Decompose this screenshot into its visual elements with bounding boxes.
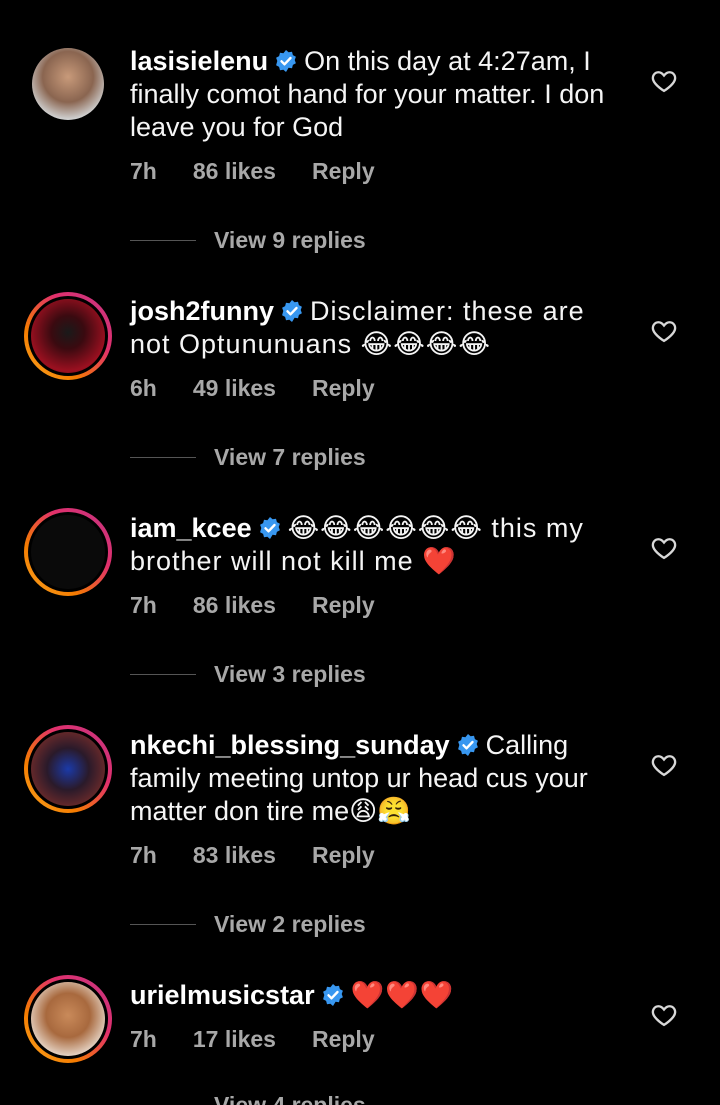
view-replies-label: View 3 replies xyxy=(214,660,366,687)
likes-count[interactable]: 49 likes xyxy=(193,375,276,401)
comment-username[interactable]: nkechi_blessing_sunday xyxy=(130,730,450,760)
comment-username[interactable]: josh2funny xyxy=(130,296,274,326)
comment-time: 6h xyxy=(130,375,157,401)
likes-count[interactable]: 86 likes xyxy=(193,592,276,618)
comment-meta: 7h 17 likes Reply xyxy=(130,1026,411,1053)
likes-count[interactable]: 83 likes xyxy=(193,842,276,868)
comment-meta: 7h 86 likes Reply xyxy=(130,158,411,185)
view-replies-button[interactable]: View 7 replies xyxy=(130,442,366,472)
avatar[interactable] xyxy=(24,40,112,128)
replies-divider xyxy=(130,923,196,925)
reply-button[interactable]: Reply xyxy=(312,842,375,868)
comment-meta: 7h 86 likes Reply xyxy=(130,592,411,619)
comment-meta: 6h 49 likes Reply xyxy=(130,375,411,402)
view-replies-label: View 7 replies xyxy=(214,443,366,470)
view-replies-label: View 9 replies xyxy=(214,226,366,253)
comment-text: ❤️❤️❤️ xyxy=(350,980,455,1010)
verified-badge-icon xyxy=(276,50,296,72)
comment-body: urielmusicstar ❤️❤️❤️ xyxy=(130,979,630,1012)
comment-time: 7h xyxy=(130,1026,157,1052)
reply-button[interactable]: Reply xyxy=(312,1026,375,1052)
reply-button[interactable]: Reply xyxy=(312,592,375,618)
comment-username[interactable]: urielmusicstar xyxy=(130,980,315,1010)
comment-body: lasisielenu On this day at 4:27am, I fina… xyxy=(130,45,630,144)
verified-badge-icon xyxy=(457,734,478,756)
comment-time: 7h xyxy=(130,592,157,618)
heart-outline-icon[interactable] xyxy=(650,751,678,779)
heart-outline-icon[interactable] xyxy=(650,67,678,95)
comment-body: nkechi_blessing_sunday Calling family mee… xyxy=(130,729,630,828)
replies-divider xyxy=(130,239,196,241)
comment-username[interactable]: iam_kcee xyxy=(130,513,252,543)
heart-outline-icon[interactable] xyxy=(650,317,678,345)
comment-body: iam_kcee 😂😂😂😂😂😂 this my brother will not … xyxy=(130,512,630,578)
comment-username[interactable]: lasisielenu xyxy=(130,46,268,76)
reply-button[interactable]: Reply xyxy=(312,375,375,401)
comment-body: josh2funny Disclaimer: these are not Optu… xyxy=(130,295,630,361)
replies-divider xyxy=(130,456,196,458)
verified-badge-icon xyxy=(282,300,302,322)
replies-divider xyxy=(130,673,196,675)
comment-time: 7h xyxy=(130,842,157,868)
view-replies-label: View 2 replies xyxy=(214,910,366,937)
view-replies-button[interactable]: View 3 replies xyxy=(130,659,366,689)
reply-button[interactable]: Reply xyxy=(312,158,375,184)
view-replies-button[interactable]: View 2 replies xyxy=(130,909,366,939)
view-replies-button[interactable]: View 9 replies xyxy=(130,225,366,255)
avatar[interactable] xyxy=(24,975,112,1063)
heart-outline-icon[interactable] xyxy=(650,534,678,562)
avatar[interactable] xyxy=(24,725,112,813)
comment-meta: 7h 83 likes Reply xyxy=(130,842,411,869)
avatar[interactable] xyxy=(24,292,112,380)
verified-badge-icon xyxy=(259,517,280,539)
view-replies-label: View 4 replies xyxy=(214,1091,366,1105)
comment-time: 7h xyxy=(130,158,157,184)
verified-badge-icon xyxy=(322,984,343,1006)
likes-count[interactable]: 86 likes xyxy=(193,158,276,184)
view-replies-button[interactable]: View 4 replies xyxy=(130,1090,366,1105)
likes-count[interactable]: 17 likes xyxy=(193,1026,276,1052)
heart-outline-icon[interactable] xyxy=(650,1001,678,1029)
avatar[interactable] xyxy=(24,508,112,596)
